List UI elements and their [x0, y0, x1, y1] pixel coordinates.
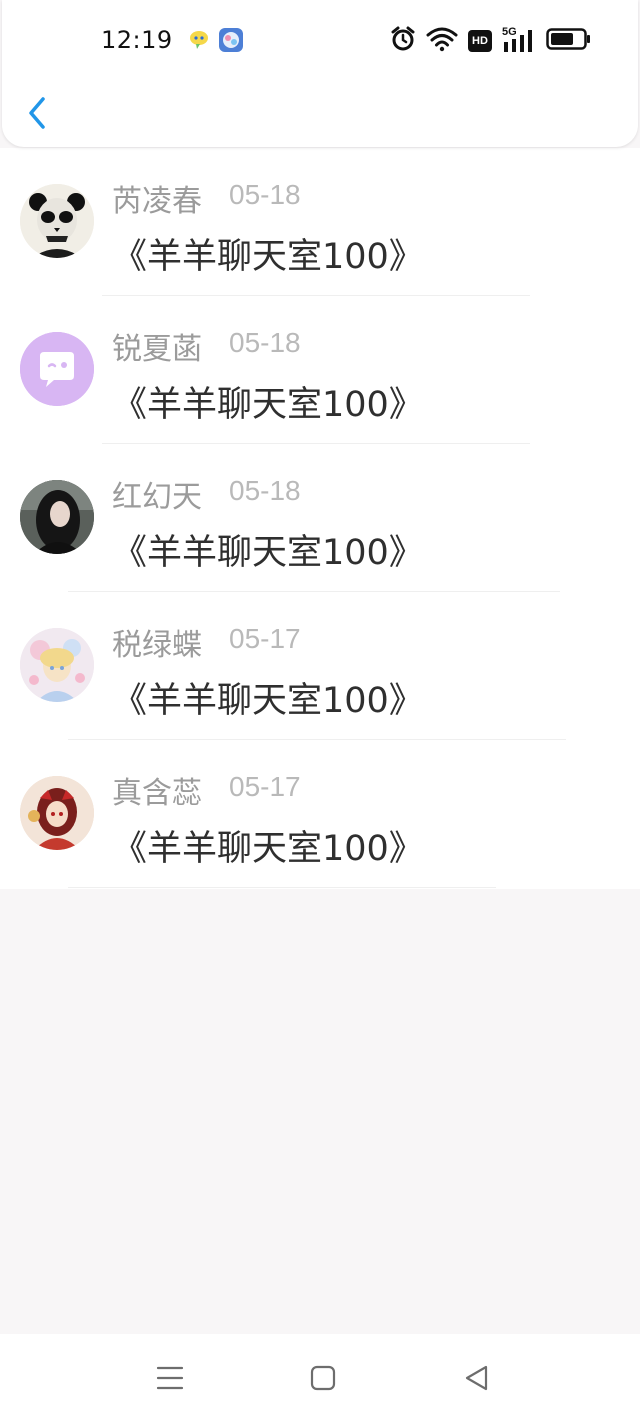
status-bar: 12:19 HD 5G — [2, 0, 638, 80]
5g-signal-icon: 5G — [502, 26, 536, 54]
chevron-left-icon — [29, 97, 45, 129]
item-subtitle: 《羊羊聊天室100》 — [112, 533, 424, 573]
list-item[interactable]: 税绿蝶 05-17 《羊羊聊天室100》 — [0, 592, 640, 740]
game-app-icon — [218, 27, 244, 53]
wifi-icon — [426, 26, 458, 56]
item-date: 05-18 — [229, 179, 301, 210]
item-name: 芮凌春 — [112, 184, 202, 219]
back-nav-button[interactable] — [458, 1360, 494, 1396]
row-divider — [68, 887, 496, 888]
status-time: 12:19 — [101, 26, 173, 54]
status-icons: HD 5G — [390, 26, 592, 56]
dark-hair-girl-avatar — [20, 480, 94, 554]
home-square-icon — [310, 1365, 336, 1391]
panda-skull-avatar — [20, 184, 94, 258]
battery-icon — [546, 27, 592, 55]
home-button[interactable] — [305, 1360, 341, 1396]
purple-chat-avatar — [20, 332, 94, 406]
menu-button[interactable] — [152, 1360, 188, 1396]
top-bar: 12:19 HD 5G — [2, 0, 638, 147]
item-name: 锐夏菡 — [112, 332, 202, 367]
item-subtitle: 《羊羊聊天室100》 — [112, 829, 424, 869]
item-date: 05-18 — [229, 327, 301, 358]
item-subtitle: 《羊羊聊天室100》 — [112, 237, 424, 277]
item-date: 05-17 — [229, 771, 301, 802]
list-item[interactable]: 红幻天 05-18 《羊羊聊天室100》 — [0, 444, 640, 592]
back-button[interactable] — [20, 92, 54, 134]
hd-label: HD — [472, 35, 488, 47]
alarm-icon — [390, 26, 416, 56]
item-date: 05-17 — [229, 623, 301, 654]
back-triangle-icon — [465, 1365, 488, 1391]
item-name: 税绿蝶 — [112, 628, 202, 663]
list-item[interactable]: 芮凌春 05-18 《羊羊聊天室100》 — [0, 148, 640, 296]
chat-list: 芮凌春 05-18 《羊羊聊天室100》 锐夏菡 05-18 《羊羊聊天室100… — [0, 148, 640, 889]
hd-badge-icon: HD — [468, 30, 492, 52]
item-name: 真含蕊 — [112, 776, 202, 811]
anime-pastel-avatar — [20, 628, 94, 702]
list-item[interactable]: 锐夏菡 05-18 《羊羊聊天室100》 — [0, 296, 640, 444]
list-item[interactable]: 真含蕊 05-17 《羊羊聊天室100》 — [0, 740, 640, 888]
item-subtitle: 《羊羊聊天室100》 — [112, 681, 424, 721]
item-subtitle: 《羊羊聊天室100》 — [112, 385, 424, 425]
chat-bubble-app-icon — [188, 29, 210, 51]
menu-icon — [156, 1366, 184, 1390]
system-nav-bar — [0, 1334, 640, 1422]
anime-red-avatar — [20, 776, 94, 850]
item-name: 红幻天 — [112, 480, 202, 515]
item-date: 05-18 — [229, 475, 301, 506]
